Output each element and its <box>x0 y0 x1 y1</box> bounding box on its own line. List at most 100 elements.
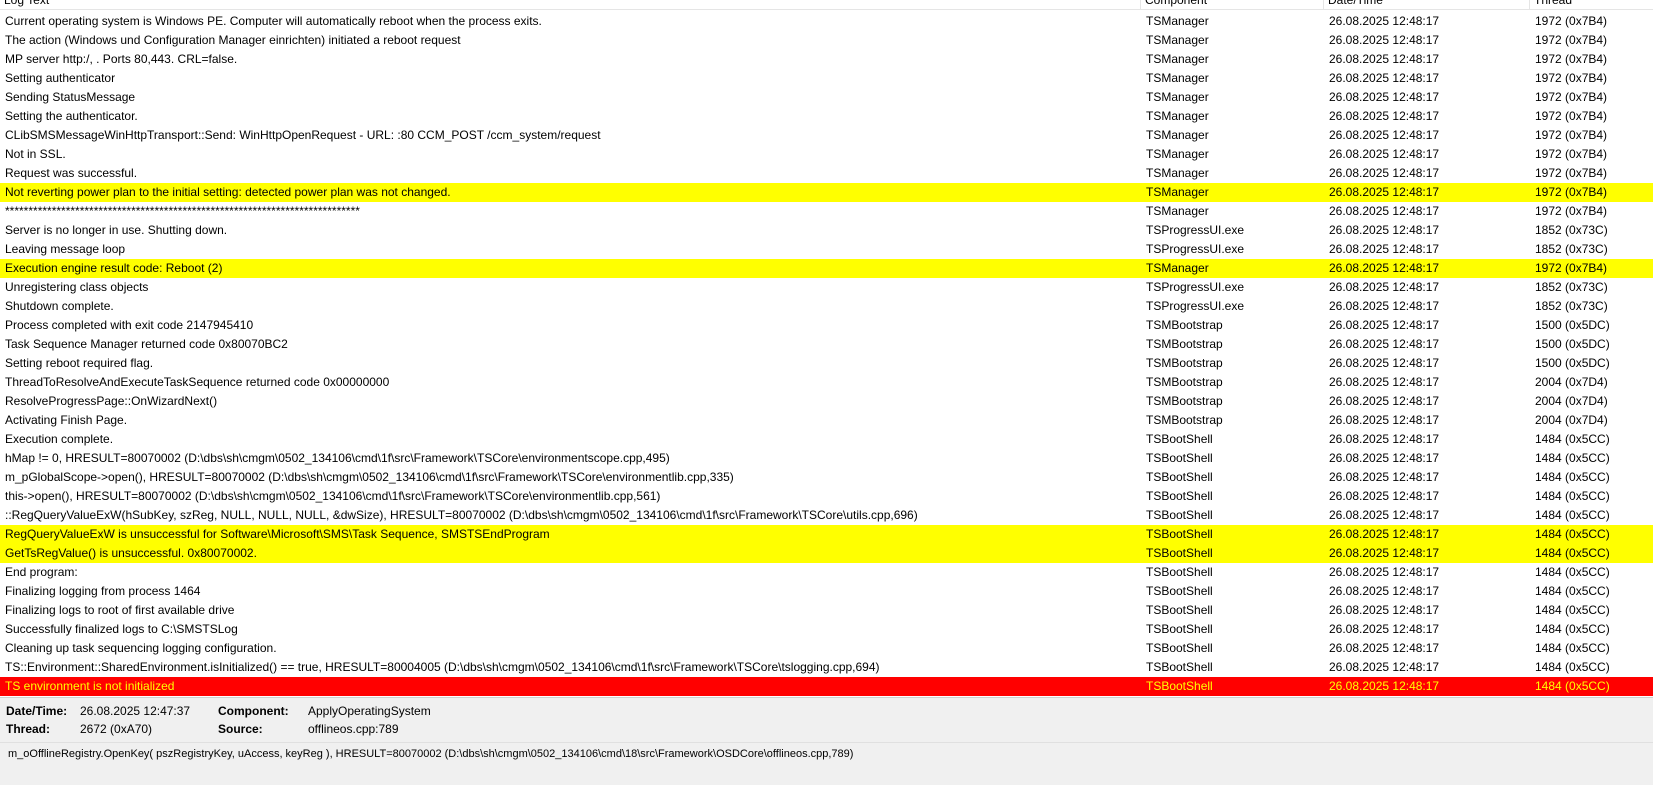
detail-component-value: ApplyOperatingSystem <box>308 704 431 718</box>
log-row-thread: 1484 (0x5CC) <box>1535 565 1610 579</box>
log-row[interactable]: this->open(), HRESULT=80070002 (D:\dbs\s… <box>0 487 1653 506</box>
log-row-text: Setting the authenticator. <box>5 109 138 123</box>
log-row-component: TSBootShell <box>1146 432 1213 446</box>
log-row-datetime: 26.08.2025 12:48:17 <box>1329 546 1440 560</box>
log-row[interactable]: ****************************************… <box>0 202 1653 221</box>
log-row-thread: 1972 (0x7B4) <box>1535 204 1608 218</box>
log-row[interactable]: Execution complete. TSBootShell 26.08.2025… <box>0 430 1653 449</box>
log-row-datetime: 26.08.2025 12:48:17 <box>1329 90 1440 104</box>
column-header-log-text[interactable]: Log Text <box>0 0 1141 9</box>
log-row-datetime: 26.08.2025 12:48:17 <box>1329 33 1440 47</box>
log-row-component: TSBootShell <box>1146 565 1213 579</box>
log-row-text: Request was successful. <box>5 166 138 180</box>
log-row-text: ResolveProgressPage::OnWizardNext() <box>5 394 218 408</box>
log-row-component: TSManager <box>1146 33 1209 47</box>
log-row-thread: 1500 (0x5DC) <box>1535 356 1610 370</box>
log-row-component: TSBootShell <box>1146 489 1213 503</box>
log-row-datetime: 26.08.2025 12:48:17 <box>1329 299 1440 313</box>
log-row-component: TSProgressUI.exe <box>1146 280 1245 294</box>
detail-component-label: Component: <box>218 704 289 718</box>
log-row[interactable]: End program: TSBootShell 26.08.2025 12:48:… <box>0 563 1653 582</box>
log-row[interactable]: Request was successful. TSManager 26.08.20… <box>0 164 1653 183</box>
log-row-text: Activating Finish Page. <box>5 413 128 427</box>
column-header: Log Text Component Date/Time Thread <box>0 0 1653 10</box>
log-row[interactable]: TS environment is not initialized TSBootS… <box>0 677 1653 696</box>
log-row[interactable]: Sending StatusMessage TSManager 26.08.2025… <box>0 88 1653 107</box>
log-row-datetime: 26.08.2025 12:48:17 <box>1329 413 1440 427</box>
log-row-datetime: 26.08.2025 12:48:17 <box>1329 565 1440 579</box>
log-row-thread: 1484 (0x5CC) <box>1535 489 1610 503</box>
log-row[interactable]: Leaving message loop TSProgressUI.exe 26.0… <box>0 240 1653 259</box>
detail-message: m_oOfflineRegistry.OpenKey( pszRegistryK… <box>8 748 854 760</box>
log-row[interactable]: Not in SSL. TSManager 26.08.2025 12:48:17 1… <box>0 145 1653 164</box>
log-row[interactable]: Process completed with exit code 2147945… <box>0 316 1653 335</box>
log-row-datetime: 26.08.2025 12:48:17 <box>1329 52 1440 66</box>
log-row-text: Server is no longer in use. Shutting dow… <box>5 223 228 237</box>
log-row-text: Cleaning up task sequencing logging conf… <box>5 641 277 655</box>
log-row[interactable]: MP server http:/, . Ports 80,443. CRL=fa… <box>0 50 1653 69</box>
log-row-datetime: 26.08.2025 12:48:17 <box>1329 660 1440 674</box>
log-row[interactable]: CLibSMSMessageWinHttpTransport::Send: Wi… <box>0 126 1653 145</box>
log-row-component: TSBootShell <box>1146 470 1213 484</box>
log-row[interactable]: Task Sequence Manager returned code 0x80… <box>0 335 1653 354</box>
log-row-component: TSBootShell <box>1146 508 1213 522</box>
log-row-datetime: 26.08.2025 12:48:17 <box>1329 204 1440 218</box>
log-row-datetime: 26.08.2025 12:48:17 <box>1329 641 1440 655</box>
log-row[interactable]: TS::Environment::SharedEnvironment.isIni… <box>0 658 1653 677</box>
log-row-text: hMap != 0, HRESULT=80070002 (D:\dbs\sh\c… <box>5 451 670 465</box>
log-row[interactable]: ResolveProgressPage::OnWizardNext() TSMBo… <box>0 392 1653 411</box>
log-row[interactable]: Unregistering class objects TSProgressUI.… <box>0 278 1653 297</box>
log-row-text: CLibSMSMessageWinHttpTransport::Send: Wi… <box>5 128 601 142</box>
log-row-text: RegQueryValueExW is unsuccessful for Sof… <box>5 527 550 541</box>
log-row-text: Setting reboot required flag. <box>5 356 154 370</box>
log-row-text: Execution complete. <box>5 432 114 446</box>
log-row-datetime: 26.08.2025 12:48:17 <box>1329 280 1440 294</box>
log-row[interactable]: m_pGlobalScope->open(), HRESULT=80070002… <box>0 468 1653 487</box>
log-row-thread: 1484 (0x5CC) <box>1535 527 1610 541</box>
log-row[interactable]: Finalizing logs to root of first availab… <box>0 601 1653 620</box>
log-row-thread: 1484 (0x5CC) <box>1535 603 1610 617</box>
log-row[interactable]: hMap != 0, HRESULT=80070002 (D:\dbs\sh\c… <box>0 449 1653 468</box>
log-row-component: TSBootShell <box>1146 622 1213 636</box>
log-row-component: TSManager <box>1146 52 1209 66</box>
log-row-datetime: 26.08.2025 12:48:17 <box>1329 166 1440 180</box>
log-row-thread: 1972 (0x7B4) <box>1535 166 1608 180</box>
log-row[interactable]: Execution engine result code: Reboot (2)… <box>0 259 1653 278</box>
log-row-text: Finalizing logs to root of first availab… <box>5 603 235 617</box>
log-row-datetime: 26.08.2025 12:48:17 <box>1329 242 1440 256</box>
log-row[interactable]: Cleaning up task sequencing logging conf… <box>0 639 1653 658</box>
log-row[interactable]: Current operating system is Windows PE. … <box>0 12 1653 31</box>
log-row[interactable]: ThreadToResolveAndExecuteTaskSequence re… <box>0 373 1653 392</box>
log-row-thread: 1972 (0x7B4) <box>1535 185 1608 199</box>
log-row-thread: 2004 (0x7D4) <box>1535 394 1608 408</box>
log-row[interactable]: Not reverting power plan to the initial … <box>0 183 1653 202</box>
log-row-text: m_pGlobalScope->open(), HRESULT=80070002… <box>5 470 734 484</box>
log-row-thread: 1484 (0x5CC) <box>1535 546 1610 560</box>
log-row-thread: 1972 (0x7B4) <box>1535 147 1608 161</box>
log-row-datetime: 26.08.2025 12:48:17 <box>1329 470 1440 484</box>
log-row[interactable]: ::RegQueryValueExW(hSubKey, szReg, NULL,… <box>0 506 1653 525</box>
log-row-component: TSManager <box>1146 109 1209 123</box>
log-row[interactable]: Shutdown complete. TSProgressUI.exe 26.08.… <box>0 297 1653 316</box>
log-row-thread: 1972 (0x7B4) <box>1535 33 1608 47</box>
log-row-datetime: 26.08.2025 12:48:17 <box>1329 14 1440 28</box>
log-row-component: TSBootShell <box>1146 584 1213 598</box>
log-row-thread: 1484 (0x5CC) <box>1535 508 1610 522</box>
log-row[interactable]: Finalizing logging from process 1464 TSBo… <box>0 582 1653 601</box>
log-row[interactable]: Setting authenticator TSManager 26.08.2025… <box>0 69 1653 88</box>
log-row-component: TSManager <box>1146 204 1209 218</box>
log-row[interactable]: GetTsRegValue() is unsuccessful. 0x80070… <box>0 544 1653 563</box>
log-row[interactable]: The action (Windows und Configuration Ma… <box>0 31 1653 50</box>
log-row-thread: 1852 (0x73C) <box>1535 299 1608 313</box>
log-row[interactable]: RegQueryValueExW is unsuccessful for Sof… <box>0 525 1653 544</box>
column-header-component[interactable]: Component <box>1141 0 1324 9</box>
log-row[interactable]: Setting the authenticator. TSManager 26.08… <box>0 107 1653 126</box>
log-row[interactable]: Successfully finalized logs to C:\SMSTSL… <box>0 620 1653 639</box>
log-row[interactable]: Server is no longer in use. Shutting dow… <box>0 221 1653 240</box>
log-row-thread: 1972 (0x7B4) <box>1535 52 1608 66</box>
log-row[interactable]: Setting reboot required flag. TSMBootstra… <box>0 354 1653 373</box>
column-header-thread[interactable]: Thread <box>1530 0 1653 9</box>
log-row-component: TSManager <box>1146 14 1209 28</box>
log-row[interactable]: Activating Finish Page. TSMBootstrap 26.08… <box>0 411 1653 430</box>
column-header-datetime[interactable]: Date/Time <box>1324 0 1530 9</box>
